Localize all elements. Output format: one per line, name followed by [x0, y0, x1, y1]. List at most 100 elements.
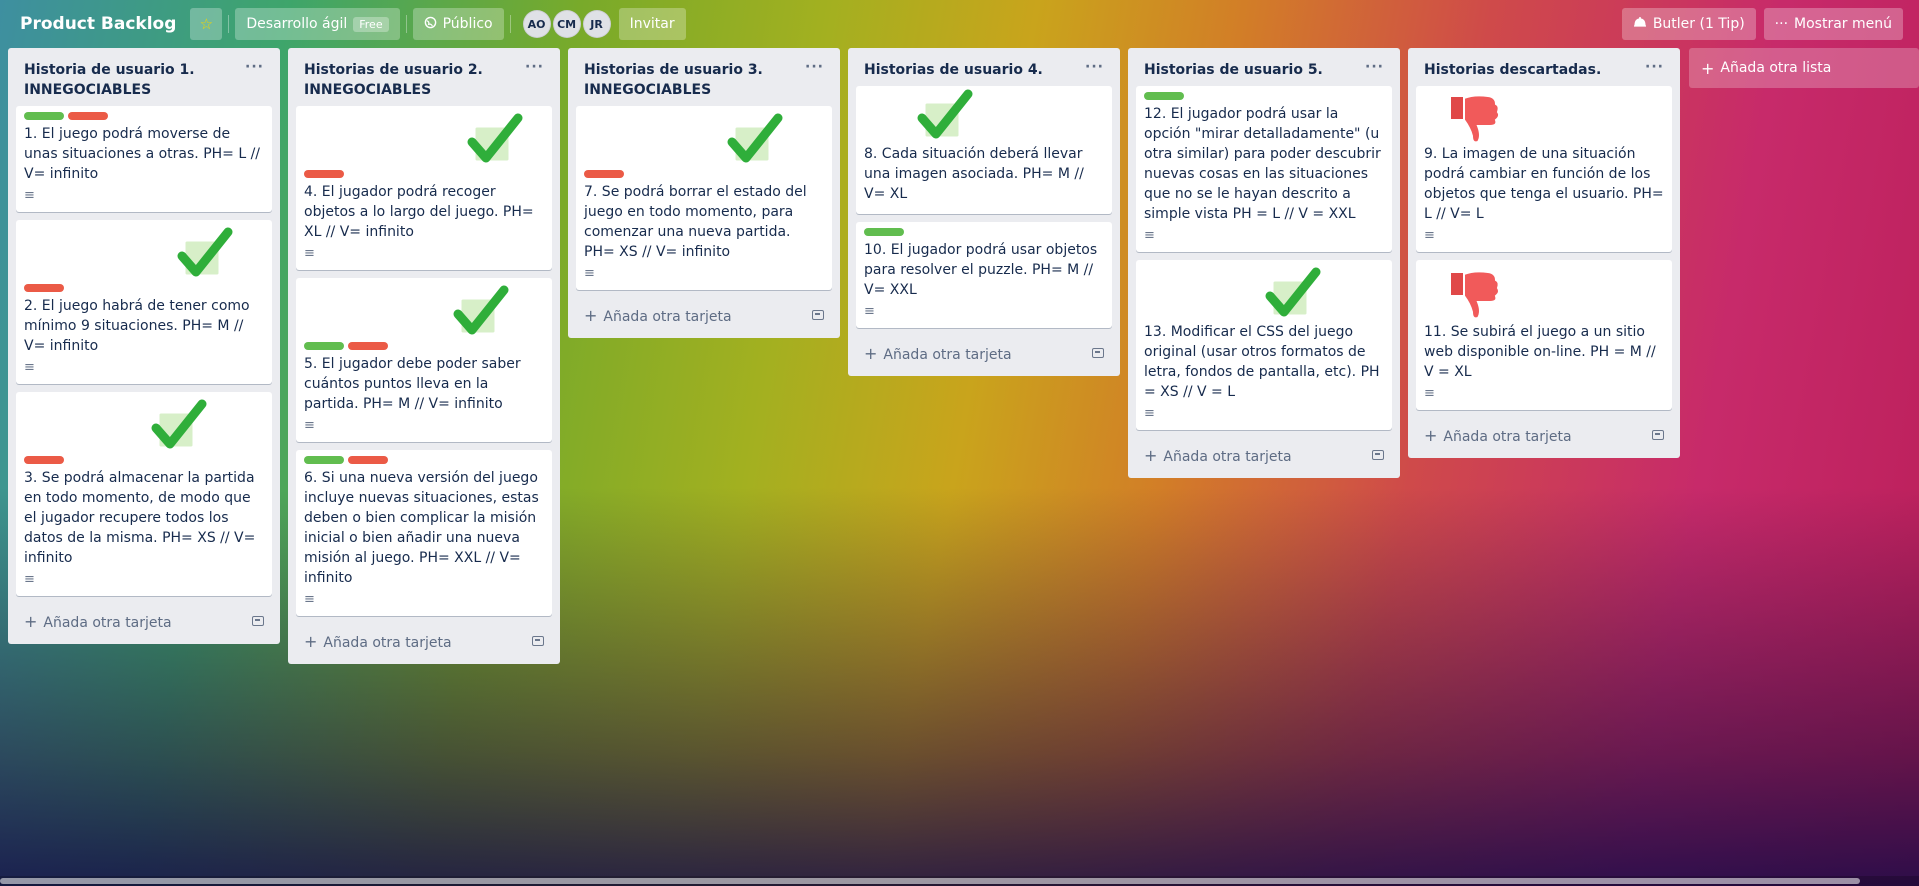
card-labels: [304, 456, 544, 464]
label-red[interactable]: [584, 170, 624, 178]
card-labels: [864, 228, 1104, 236]
card-labels: [304, 342, 544, 350]
team-name: Desarrollo ágil: [246, 16, 348, 32]
list-menu-icon[interactable]: ···: [1645, 60, 1664, 80]
list-title[interactable]: Historia de usuario 1. INNEGOCIABLES: [24, 60, 245, 100]
list-menu-icon[interactable]: ···: [245, 60, 264, 100]
plus-icon: +: [304, 631, 318, 651]
butler-icon: [1633, 16, 1647, 32]
card-story-5[interactable]: 5. El jugador debe poder saber cuántos p…: [296, 278, 552, 442]
card-story-13[interactable]: 13. Modificar el CSS del juego original …: [1136, 260, 1392, 430]
card-template-icon[interactable]: [1652, 430, 1664, 440]
add-card-button[interactable]: + Añada otra tarjeta: [856, 336, 1112, 376]
plus-icon: +: [584, 305, 598, 325]
list-historia-5: Historias de usuario 5. ··· 12. El jugad…: [1128, 48, 1400, 478]
add-card-button[interactable]: + Añada otra tarjeta: [1136, 438, 1392, 478]
label-red[interactable]: [348, 342, 388, 350]
add-card-label: Añada otra tarjeta: [1443, 428, 1572, 445]
invite-button[interactable]: Invitar: [618, 8, 686, 40]
more-icon: ···: [1774, 16, 1789, 32]
scrollbar-thumb[interactable]: [0, 878, 1860, 884]
list-menu-icon[interactable]: ···: [525, 60, 544, 100]
label-red[interactable]: [304, 170, 344, 178]
label-green[interactable]: [864, 228, 904, 236]
checkmark-icon: [1265, 267, 1321, 318]
card-template-icon[interactable]: [532, 636, 544, 646]
show-menu-button[interactable]: ··· Mostrar menú: [1763, 8, 1903, 40]
description-icon: ≡: [24, 359, 35, 375]
thumbs-down-icon: [1449, 270, 1501, 320]
team-button[interactable]: Desarrollo ágil Free: [235, 8, 400, 40]
list-title[interactable]: Historias descartadas.: [1424, 60, 1601, 80]
plus-icon: +: [864, 343, 878, 363]
card-template-icon[interactable]: [1372, 450, 1384, 460]
list-menu-icon[interactable]: ···: [1085, 60, 1104, 80]
card-story-7[interactable]: 7. Se podrá borrar el estado del juego e…: [576, 106, 832, 290]
divider: [405, 15, 407, 33]
card-template-icon[interactable]: [1092, 348, 1104, 358]
list-header: Historias descartadas. ···: [1416, 48, 1672, 86]
label-green[interactable]: [24, 112, 64, 120]
list-menu-icon[interactable]: ···: [805, 60, 824, 100]
label-red[interactable]: [348, 456, 388, 464]
add-card-button[interactable]: + Añada otra tarjeta: [296, 624, 552, 664]
label-green[interactable]: [1144, 92, 1184, 100]
card-title: 2. El juego habrá de tener como mínimo 9…: [24, 298, 250, 354]
list-title[interactable]: Historias de usuario 2. INNEGOCIABLES: [304, 60, 525, 100]
card-story-9[interactable]: 9. La imagen de una situación podrá camb…: [1416, 86, 1672, 252]
add-list-button[interactable]: + Añada otra lista: [1689, 48, 1919, 88]
card-title: 6. Si una nueva versión del juego incluy…: [304, 470, 539, 586]
butler-button[interactable]: Butler (1 Tip): [1621, 8, 1756, 40]
label-green[interactable]: [304, 456, 344, 464]
checkmark-icon: [177, 227, 233, 278]
add-card-label: Añada otra tarjeta: [43, 614, 172, 631]
card-story-4[interactable]: 4. El jugador podrá recoger objetos a lo…: [296, 106, 552, 270]
card-template-icon[interactable]: [252, 616, 264, 626]
label-red[interactable]: [68, 112, 108, 120]
add-card-button[interactable]: + Añada otra tarjeta: [1416, 418, 1672, 458]
card-story-6[interactable]: 6. Si una nueva versión del juego incluy…: [296, 450, 552, 616]
card-story-11[interactable]: 11. Se subirá el juego a un sitio web di…: [1416, 260, 1672, 410]
card-template-icon[interactable]: [812, 310, 824, 320]
add-card-button[interactable]: + Añada otra tarjeta: [576, 298, 832, 338]
list-title[interactable]: Historias de usuario 3. INNEGOCIABLES: [584, 60, 805, 100]
checkmark-icon: [151, 399, 207, 450]
label-red[interactable]: [24, 456, 64, 464]
avatar[interactable]: CM: [552, 10, 581, 38]
description-icon: ≡: [584, 265, 595, 281]
avatar[interactable]: AO: [522, 10, 551, 38]
description-icon: ≡: [1424, 227, 1435, 243]
list-title[interactable]: Historias de usuario 4.: [864, 60, 1043, 80]
list-menu-icon[interactable]: ···: [1365, 60, 1384, 80]
board-header: Product Backlog ☆ Desarrollo ágil Free P…: [0, 0, 1919, 48]
star-button[interactable]: ☆: [190, 8, 223, 40]
label-red[interactable]: [24, 284, 64, 292]
card-story-3[interactable]: 3. Se podrá almacenar la partida en todo…: [16, 392, 272, 596]
list-historias-descartadas: Historias descartadas. ··· 9. La imagen …: [1408, 48, 1680, 458]
card-story-10[interactable]: 10. El jugador podrá usar objetos para r…: [856, 222, 1112, 328]
avatar[interactable]: JR: [582, 10, 611, 38]
add-card-label: Añada otra tarjeta: [883, 346, 1012, 363]
card-labels: [24, 456, 264, 464]
add-card-button[interactable]: + Añada otra tarjeta: [16, 604, 272, 644]
description-icon: ≡: [864, 303, 875, 319]
add-list-label: Añada otra lista: [1720, 60, 1832, 76]
card-story-1[interactable]: 1. El juego podrá moverse de unas situac…: [16, 106, 272, 212]
card-title: 9. La imagen de una situación podrá camb…: [1424, 146, 1664, 222]
description-icon: ≡: [24, 187, 35, 203]
list-title[interactable]: Historias de usuario 5.: [1144, 60, 1323, 80]
card-story-12[interactable]: 12. El jugador podrá usar la opción "mir…: [1136, 86, 1392, 252]
card-story-2[interactable]: 2. El juego habrá de tener como mínimo 9…: [16, 220, 272, 384]
card-title: 11. Se subirá el juego a un sitio web di…: [1424, 324, 1656, 380]
card-story-8[interactable]: 8. Cada situación deberá llevar una imag…: [856, 86, 1112, 214]
board-title[interactable]: Product Backlog: [20, 14, 176, 34]
list-header: Historias de usuario 2. INNEGOCIABLES ··…: [296, 48, 552, 106]
globe-icon: [424, 16, 437, 33]
list-header: Historias de usuario 5. ···: [1136, 48, 1392, 86]
add-card-label: Añada otra tarjeta: [323, 634, 452, 651]
label-green[interactable]: [304, 342, 344, 350]
horizontal-scrollbar[interactable]: [0, 876, 1919, 886]
plus-icon: +: [1701, 58, 1715, 78]
star-icon: ☆: [199, 15, 214, 33]
visibility-button[interactable]: Público: [412, 8, 504, 40]
